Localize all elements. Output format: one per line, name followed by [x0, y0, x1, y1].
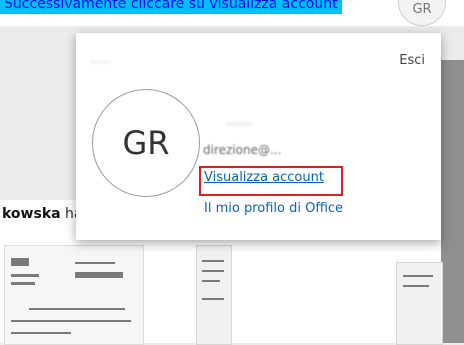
view-account-link[interactable]: Visualizza account — [204, 170, 324, 185]
header-avatar-initials: GR — [412, 2, 432, 17]
account-name: ...... — [90, 53, 111, 66]
doc-line — [403, 285, 429, 287]
office-profile-link[interactable]: Il mio profilo di Office — [204, 201, 343, 216]
doc-line — [202, 280, 220, 282]
notification-name: kowska — [2, 206, 61, 222]
user-email: direzione@... — [203, 143, 282, 157]
doc-line — [11, 320, 131, 322]
account-panel: ...... Esci GR ...... direzione@... Visu… — [76, 33, 441, 240]
document-thumbnail[interactable] — [4, 245, 144, 345]
doc-line — [11, 282, 35, 285]
doc-line — [11, 332, 71, 334]
document-thumbnail[interactable] — [196, 245, 232, 345]
scrollbar[interactable] — [441, 60, 464, 343]
doc-line — [202, 298, 224, 300]
avatar: GR — [92, 89, 200, 197]
doc-line — [29, 308, 125, 310]
doc-line — [403, 275, 433, 277]
avatar-initials: GR — [122, 124, 170, 162]
doc-line — [75, 262, 115, 264]
doc-line — [11, 274, 39, 277]
doc-line — [11, 258, 29, 266]
doc-line — [202, 270, 224, 272]
user-display-name: ...... — [226, 113, 253, 129]
doc-line — [202, 260, 224, 262]
notification-text: kowska ha — [2, 206, 82, 222]
sign-out-link[interactable]: Esci — [399, 53, 425, 68]
instruction-caption: Successivamente cliccare su visualizza a… — [0, 0, 342, 14]
document-thumbnail[interactable] — [396, 262, 443, 345]
doc-line — [75, 272, 123, 278]
